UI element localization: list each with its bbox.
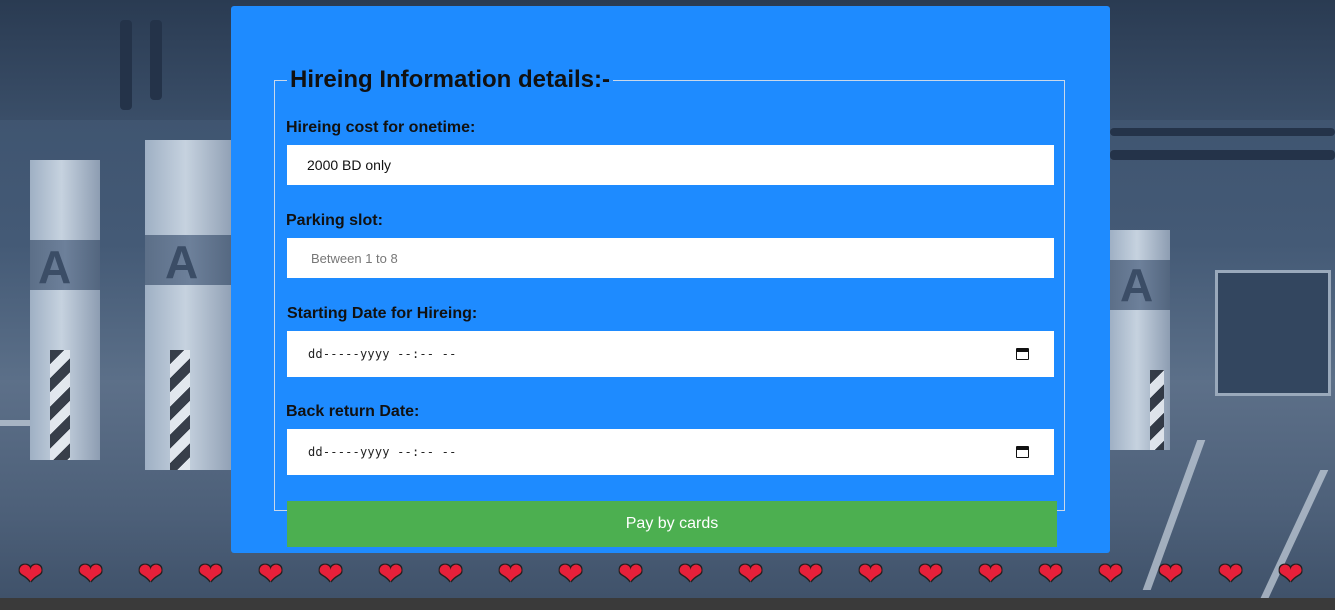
- hiring-form-card: Hireing Information details:- Hireing co…: [231, 6, 1110, 553]
- pipe: [1110, 128, 1335, 136]
- pipe: [120, 20, 132, 110]
- hearts-row: ❤ ❤ ❤ ❤ ❤ ❤ ❤ ❤ ❤ ❤ ❤ ❤ ❤ ❤ ❤ ❤ ❤ ❤ ❤ ❤ ❤ ❤: [18, 558, 1328, 594]
- heart-icon: ❤: [138, 558, 164, 591]
- heart-icon: ❤: [78, 558, 104, 591]
- heart-icon: ❤: [1278, 558, 1304, 591]
- pillar: A: [145, 140, 235, 470]
- slot-label: Parking slot:: [286, 212, 383, 229]
- lane-marking: [0, 420, 30, 426]
- start-date-label: Starting Date for Hireing:: [287, 305, 478, 322]
- heart-icon: ❤: [918, 558, 944, 591]
- form-legend: Hireing Information details:-: [287, 66, 614, 94]
- pipe: [1110, 150, 1335, 160]
- heart-icon: ❤: [498, 558, 524, 591]
- start-date-value: dd-----yyyy --:-- --: [308, 347, 457, 361]
- return-date-value: dd-----yyyy --:-- --: [308, 445, 457, 459]
- heart-icon: ❤: [978, 558, 1004, 591]
- return-date-label: Back return Date:: [286, 403, 420, 420]
- heart-icon: ❤: [798, 558, 824, 591]
- bottom-bar: [0, 598, 1335, 610]
- heart-icon: ❤: [618, 558, 644, 591]
- parking-slot-input[interactable]: Between 1 to 8: [287, 238, 1054, 278]
- pillar: A: [1110, 230, 1170, 450]
- heart-icon: ❤: [378, 558, 404, 591]
- heart-icon: ❤: [18, 558, 44, 591]
- heart-icon: ❤: [318, 558, 344, 591]
- heart-icon: ❤: [1158, 558, 1184, 591]
- pay-by-cards-button[interactable]: Pay by cards: [287, 501, 1057, 547]
- heart-icon: ❤: [858, 558, 884, 591]
- garage-door: [1215, 270, 1331, 396]
- heart-icon: ❤: [558, 558, 584, 591]
- start-date-input[interactable]: dd-----yyyy --:-- --: [287, 331, 1054, 377]
- heart-icon: ❤: [1098, 558, 1124, 591]
- cost-label: Hireing cost for onetime:: [286, 119, 476, 136]
- heart-icon: ❤: [1218, 558, 1244, 591]
- heart-icon: ❤: [258, 558, 284, 591]
- calendar-icon[interactable]: [1016, 446, 1029, 458]
- heart-icon: ❤: [198, 558, 224, 591]
- cost-input[interactable]: 2000 BD only: [287, 145, 1054, 185]
- return-date-input[interactable]: dd-----yyyy --:-- --: [287, 429, 1054, 475]
- cost-value: 2000 BD only: [307, 157, 392, 173]
- heart-icon: ❤: [1038, 558, 1064, 591]
- slot-placeholder: Between 1 to 8: [311, 250, 398, 266]
- calendar-icon[interactable]: [1016, 348, 1029, 360]
- heart-icon: ❤: [438, 558, 464, 591]
- pipe: [150, 20, 162, 100]
- heart-icon: ❤: [678, 558, 704, 591]
- heart-icon: ❤: [738, 558, 764, 591]
- pillar: A: [30, 160, 100, 460]
